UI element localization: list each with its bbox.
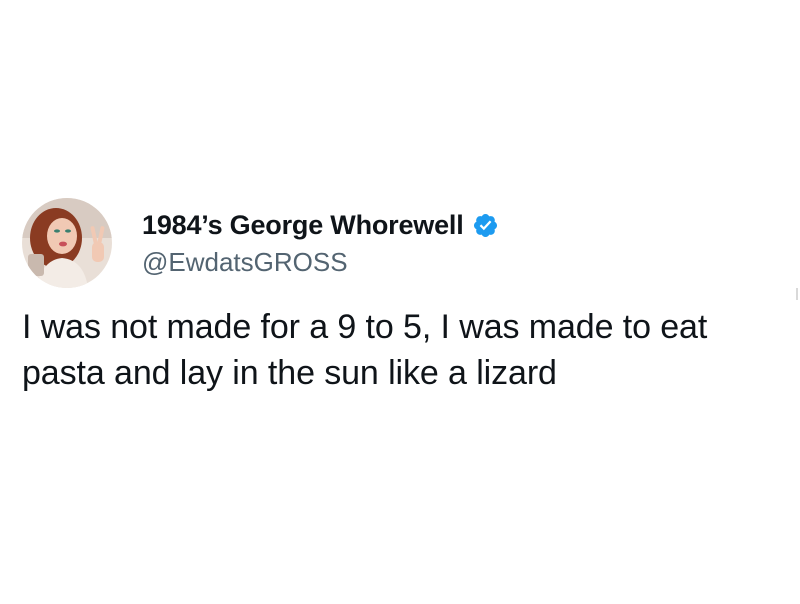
tweet-card: 1984’s George Whorewell @EwdatsGROSS I w… [22, 198, 792, 396]
avatar-image [22, 198, 112, 288]
author-info: 1984’s George Whorewell @EwdatsGROSS [142, 209, 499, 278]
display-name-row: 1984’s George Whorewell [142, 209, 499, 243]
author-handle[interactable]: @EwdatsGROSS [142, 247, 499, 278]
tweet-header: 1984’s George Whorewell @EwdatsGROSS [22, 198, 792, 288]
scrollbar-hint [796, 288, 798, 300]
avatar[interactable] [22, 198, 112, 288]
tweet-text: I was not made for a 9 to 5, I was made … [22, 308, 708, 392]
display-name[interactable]: 1984’s George Whorewell [142, 210, 464, 241]
verified-badge-icon[interactable] [472, 212, 499, 239]
